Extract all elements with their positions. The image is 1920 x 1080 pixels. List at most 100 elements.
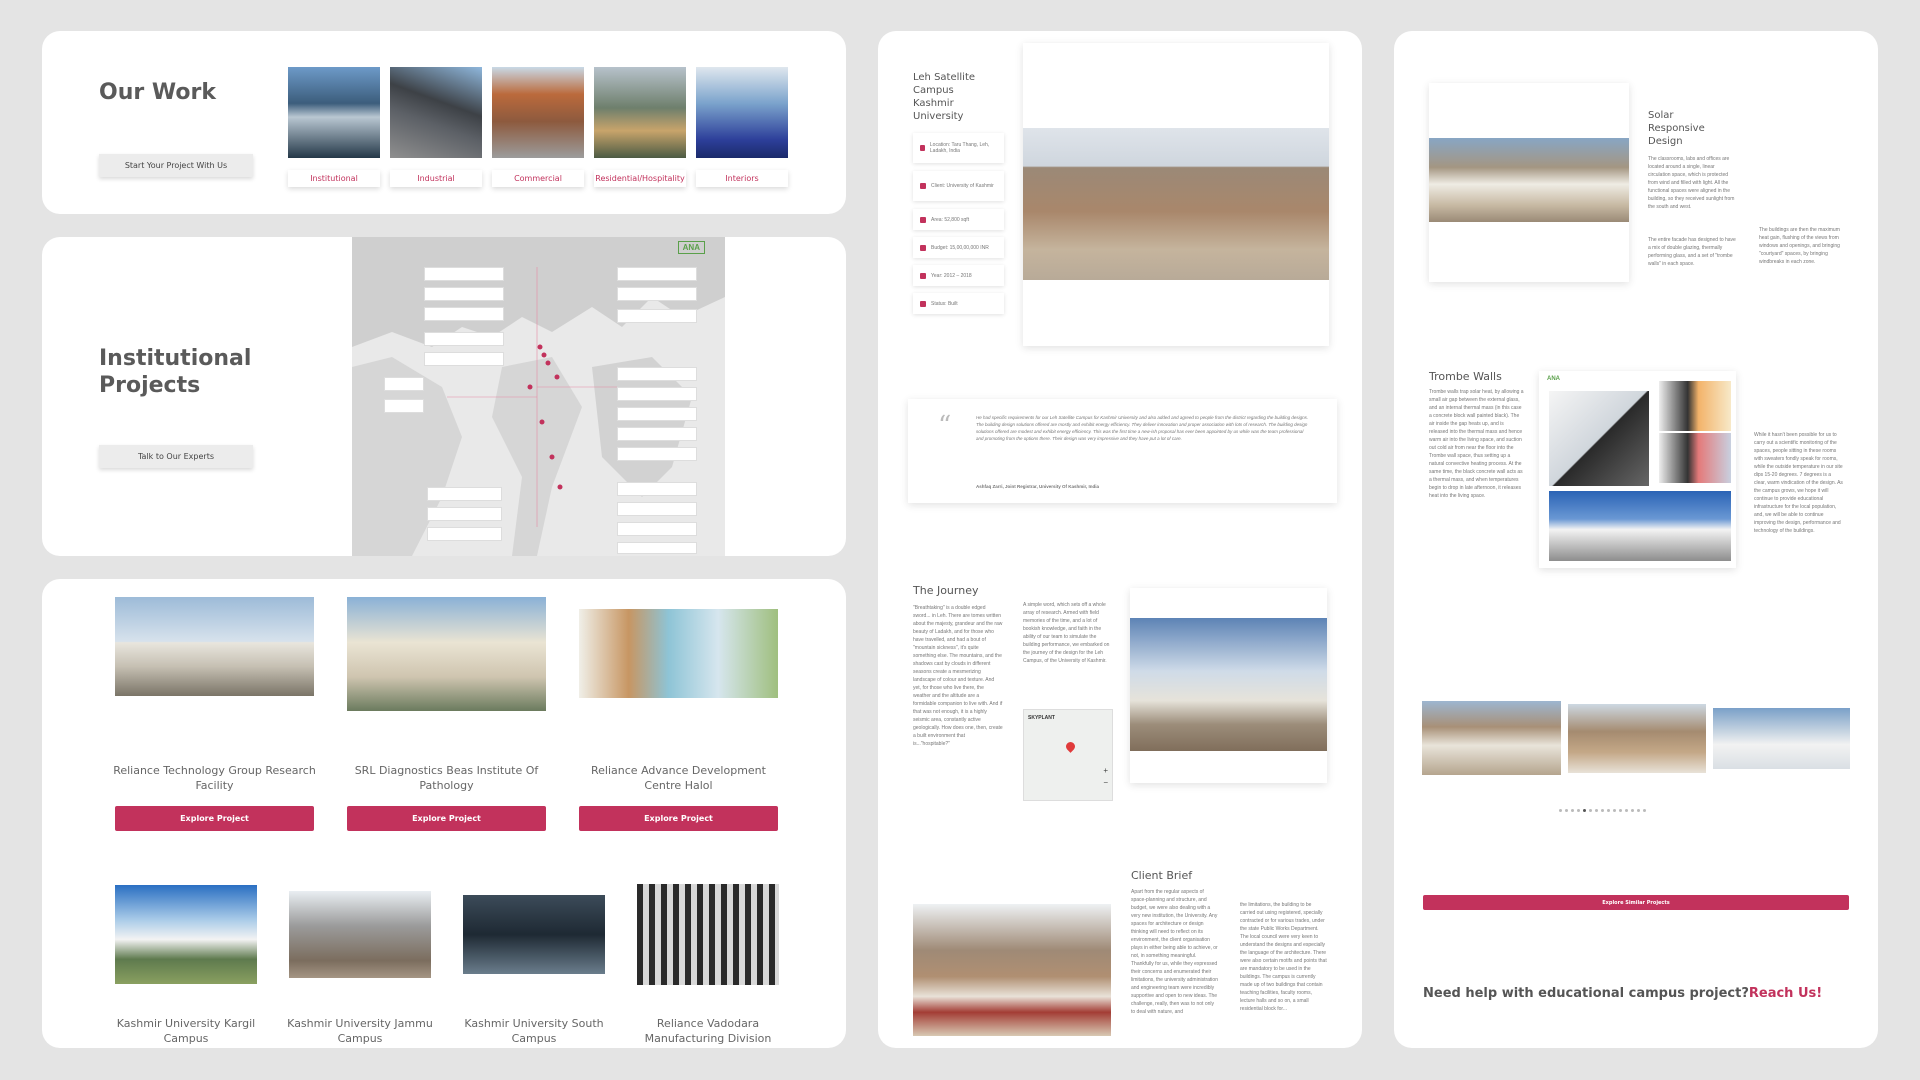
solar-image[interactable] <box>1429 138 1629 222</box>
solar-title: Solar Responsive Design <box>1648 110 1705 147</box>
map-label[interactable] <box>617 287 697 301</box>
map-place-name: SKYPLANT <box>1028 715 1055 721</box>
status-icon <box>920 300 926 307</box>
carousel-dot[interactable] <box>1601 809 1604 812</box>
projects-map[interactable]: ANA <box>352 237 725 556</box>
institutional-projects-title: Institutional Projects <box>99 346 252 398</box>
carousel-dot[interactable] <box>1631 809 1634 812</box>
residential-thumbnail[interactable] <box>594 67 686 158</box>
carousel-dot[interactable] <box>1565 809 1568 812</box>
journey-image-card <box>1130 588 1327 783</box>
carousel-dot[interactable] <box>1619 809 1622 812</box>
ana-logo: ANA <box>677 241 705 254</box>
carousel-dot[interactable] <box>1559 809 1562 812</box>
client-icon <box>920 183 926 189</box>
commercial-thumbnail[interactable] <box>492 67 584 158</box>
category-interiors[interactable]: Interiors <box>696 170 788 187</box>
map-label[interactable] <box>424 287 504 301</box>
help-callout: Need help with educational campus projec… <box>1423 986 1822 1001</box>
project-detail-panel: Leh Satellite Campus Kashmir University … <box>878 31 1362 1048</box>
hero-image[interactable] <box>1023 128 1329 280</box>
gallery-image[interactable] <box>1713 708 1850 769</box>
map-label[interactable] <box>424 352 504 366</box>
project-image[interactable] <box>347 597 546 711</box>
category-institutional[interactable]: Institutional <box>288 170 380 187</box>
journey-image[interactable] <box>1130 618 1327 751</box>
location-map[interactable]: SKYPLANT + − <box>1023 709 1113 801</box>
project-image[interactable] <box>579 609 778 698</box>
carousel-dot[interactable] <box>1571 809 1574 812</box>
zoom-out-button[interactable]: − <box>1103 778 1108 787</box>
category-residential-hospitality[interactable]: Residential/Hospitality <box>594 170 686 187</box>
map-label[interactable] <box>617 447 697 461</box>
map-label[interactable] <box>384 377 424 391</box>
carousel-dot[interactable] <box>1595 809 1598 812</box>
map-label[interactable] <box>617 267 697 281</box>
map-label[interactable] <box>617 309 697 323</box>
map-label[interactable] <box>617 387 697 401</box>
trombe-text-2: While it hasn't been possible for us to … <box>1754 432 1843 534</box>
trombe-text: Trombe walls trap solar heat, by allowin… <box>1429 389 1524 499</box>
map-label[interactable] <box>427 507 502 521</box>
zoom-in-button[interactable]: + <box>1103 766 1108 775</box>
map-label[interactable] <box>427 487 502 501</box>
project-image[interactable] <box>463 895 605 974</box>
trombe-photo[interactable] <box>1549 491 1731 561</box>
map-label[interactable] <box>617 522 697 536</box>
project-image[interactable] <box>637 884 779 985</box>
trombe-title: Trombe Walls <box>1429 370 1502 383</box>
rupee-icon <box>920 244 926 251</box>
map-label[interactable] <box>424 332 504 346</box>
map-label[interactable] <box>617 502 697 516</box>
start-project-button[interactable]: Start Your Project With Us <box>99 154 253 177</box>
project-caption: Reliance Vadodara Manufacturing Division <box>644 1017 772 1045</box>
project-image[interactable] <box>115 597 314 696</box>
explore-project-button[interactable]: Explore Project <box>115 806 314 831</box>
interiors-thumbnail[interactable] <box>696 67 788 158</box>
map-label[interactable] <box>617 407 697 421</box>
institutional-thumbnail[interactable] <box>288 67 380 158</box>
trombe-day-diagram[interactable] <box>1659 381 1731 431</box>
project-caption: Reliance Advance Development Centre Halo… <box>591 764 766 792</box>
explore-similar-button[interactable]: Explore Similar Projects <box>1423 895 1849 910</box>
reach-us-link[interactable]: Reach Us! <box>1749 986 1822 1001</box>
map-label[interactable] <box>424 267 504 281</box>
trombe-night-diagram[interactable] <box>1659 433 1731 483</box>
project-caption: Reliance Technology Group Research Facil… <box>113 764 316 792</box>
gallery-image[interactable] <box>1568 704 1706 773</box>
industrial-thumbnail[interactable] <box>390 67 482 158</box>
trombe-3d-diagram[interactable] <box>1549 391 1649 486</box>
client-brief-image[interactable] <box>913 904 1111 1036</box>
carousel-dot[interactable] <box>1577 809 1580 812</box>
carousel-dot[interactable] <box>1625 809 1628 812</box>
map-label[interactable] <box>617 542 697 554</box>
explore-project-button[interactable]: Explore Project <box>579 806 778 831</box>
map-label[interactable] <box>427 527 502 541</box>
carousel-dot[interactable] <box>1583 809 1586 812</box>
map-label[interactable] <box>617 367 697 381</box>
explore-project-button[interactable]: Explore Project <box>347 806 546 831</box>
carousel-dot[interactable] <box>1589 809 1592 812</box>
talk-to-experts-button[interactable]: Talk to Our Experts <box>99 445 253 468</box>
gallery-image[interactable] <box>1422 701 1561 775</box>
map-label[interactable] <box>617 482 697 496</box>
carousel-dot[interactable] <box>1637 809 1640 812</box>
carousel-dots[interactable] <box>1559 809 1646 812</box>
sustainability-panel: Solar Responsive Design The classrooms, … <box>1394 31 1878 1048</box>
solar-text-1: The classrooms, labs and offices are loc… <box>1648 156 1735 210</box>
carousel-dot[interactable] <box>1643 809 1646 812</box>
info-status: Status: Built <box>913 293 1004 314</box>
project-image[interactable] <box>289 891 431 978</box>
category-commercial[interactable]: Commercial <box>492 170 584 187</box>
category-industrial[interactable]: Industrial <box>390 170 482 187</box>
testimonial-card: “ He had specific requirements for our L… <box>908 399 1337 503</box>
map-label[interactable] <box>424 307 504 321</box>
location-icon <box>920 145 925 151</box>
map-label[interactable] <box>617 427 697 441</box>
project-caption: Kashmir University Kargil Campus <box>116 1017 256 1045</box>
project-image[interactable] <box>115 885 257 984</box>
carousel-dot[interactable] <box>1607 809 1610 812</box>
quote-icon: “ <box>938 411 952 441</box>
map-label[interactable] <box>384 399 424 413</box>
carousel-dot[interactable] <box>1613 809 1616 812</box>
